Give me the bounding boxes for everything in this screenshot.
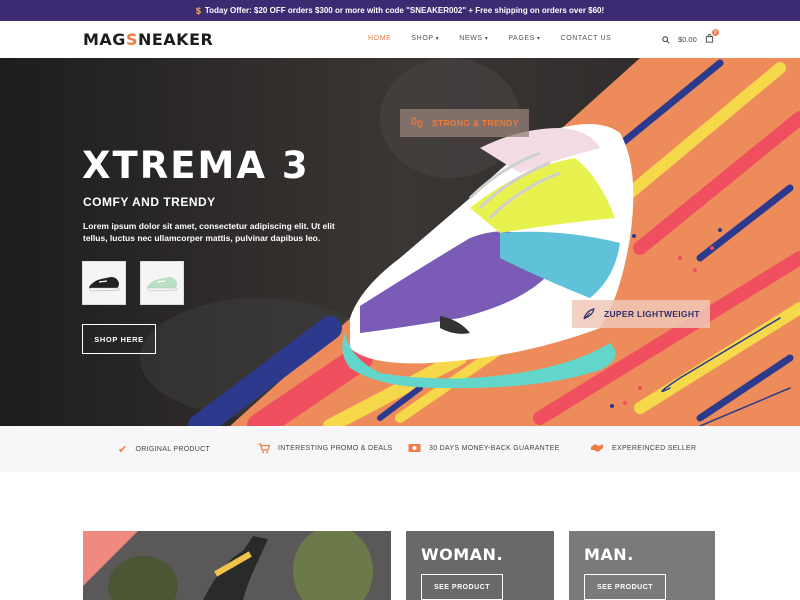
promo-text: Today Offer: $20 OFF orders $300 or more… <box>204 6 605 15</box>
nav-home[interactable]: HOME <box>368 35 391 42</box>
feature-tag-strong: STRONG & TRENDY <box>400 109 529 137</box>
feature-promo: INTERESTING PROMO & DEALS <box>258 443 392 454</box>
nav-contact[interactable]: CONTACT US <box>561 35 612 42</box>
featured-category-card[interactable] <box>83 531 391 600</box>
feature-label: ORIGINAL PRODUCT <box>135 446 211 453</box>
feature-label: EXPEREINCED SELLER <box>612 444 697 452</box>
sneaker-black-icon <box>88 277 120 292</box>
shop-here-button[interactable]: SHOP HERE <box>82 324 156 354</box>
see-product-woman-button[interactable]: SEE PRODUCT <box>421 574 503 600</box>
man-title: MAN. <box>584 545 634 564</box>
nav-pages-label: PAGES <box>508 35 535 42</box>
woman-category-card[interactable]: WOMAN. SEE PRODUCT <box>406 531 554 600</box>
nav-pages[interactable]: PAGES ▾ <box>508 35 540 42</box>
chevron-down-icon: ▾ <box>536 36 541 42</box>
nav-news-label: NEWS <box>459 35 483 42</box>
feature-label: INTERESTING PROMO & DEALS <box>278 445 393 452</box>
product-thumbnail-1[interactable] <box>82 261 126 305</box>
feature-original: ✔ ORIGINAL PRODUCT <box>118 443 210 456</box>
money-icon <box>408 444 421 452</box>
nav-shop[interactable]: SHOP ▾ <box>411 35 439 42</box>
search-icon[interactable] <box>662 35 670 44</box>
hero-subtitle: COMFY AND TRENDY <box>83 195 216 209</box>
feature-tag-lightweight-label: ZUPER LIGHTWEIGHT <box>604 309 700 319</box>
logo-accent: S <box>125 30 138 49</box>
feature-label: 30 DAYS MONEY-BACK GUARANTEE <box>429 444 560 452</box>
handshake-icon <box>591 444 603 452</box>
cart-count-badge: 0 <box>711 29 719 36</box>
feature-tag-lightweight: ZUPER LIGHTWEIGHT <box>572 300 710 328</box>
hero-description: Lorem ipsum dolor sit amet, consectetur … <box>83 221 335 243</box>
chevron-down-icon: ▾ <box>484 36 489 42</box>
chevron-down-icon: ▾ <box>435 36 440 42</box>
cart-button[interactable]: 0 <box>705 29 719 45</box>
woman-title: WOMAN. <box>421 545 504 564</box>
main-nav: HOME SHOP ▾ NEWS ▾ PAGES ▾ CONTACT US <box>368 35 611 42</box>
cart-icon <box>258 443 270 454</box>
nav-news[interactable]: NEWS ▾ <box>459 35 488 42</box>
feature-tag-strong-label: STRONG & TRENDY <box>432 118 519 128</box>
card-photo <box>83 531 391 600</box>
dollar-icon: $ <box>195 5 201 16</box>
feature-guarantee: 30 DAYS MONEY-BACK GUARANTEE <box>408 443 560 453</box>
feather-icon <box>583 308 595 320</box>
shopping-bag-icon <box>705 34 713 43</box>
product-thumbnail-2[interactable] <box>140 261 184 305</box>
header-actions: $0.00 0 <box>662 29 719 45</box>
see-product-man-button[interactable]: SEE PRODUCT <box>584 574 666 600</box>
logo-prefix: MAG <box>83 30 126 49</box>
sneaker-mint-icon <box>146 277 178 292</box>
man-category-card[interactable]: MAN. SEE PRODUCT <box>569 531 715 600</box>
site-header: MAGSNEAKER HOME SHOP ▾ NEWS ▾ PAGES ▾ CONTA… <box>0 21 800 58</box>
footprints-icon <box>411 117 423 128</box>
cart-total[interactable]: $0.00 <box>678 35 697 44</box>
nav-shop-label: SHOP <box>411 35 434 42</box>
site-logo[interactable]: MAGSNEAKER <box>83 30 213 49</box>
feature-seller: EXPEREINCED SELLER <box>590 443 696 453</box>
logo-suffix: NEAKER <box>137 30 214 49</box>
promo-banner: $ Today Offer: $20 OFF orders $300 or mo… <box>0 0 800 21</box>
features-strip: ✔ ORIGINAL PRODUCT INTERESTING PROMO & D… <box>0 426 800 472</box>
hero-title: XTREMA 3 <box>82 144 310 187</box>
hero-banner: XTREMA 3 COMFY AND TRENDY Lorem ipsum do… <box>0 58 800 426</box>
check-icon: ✔ <box>118 444 128 456</box>
